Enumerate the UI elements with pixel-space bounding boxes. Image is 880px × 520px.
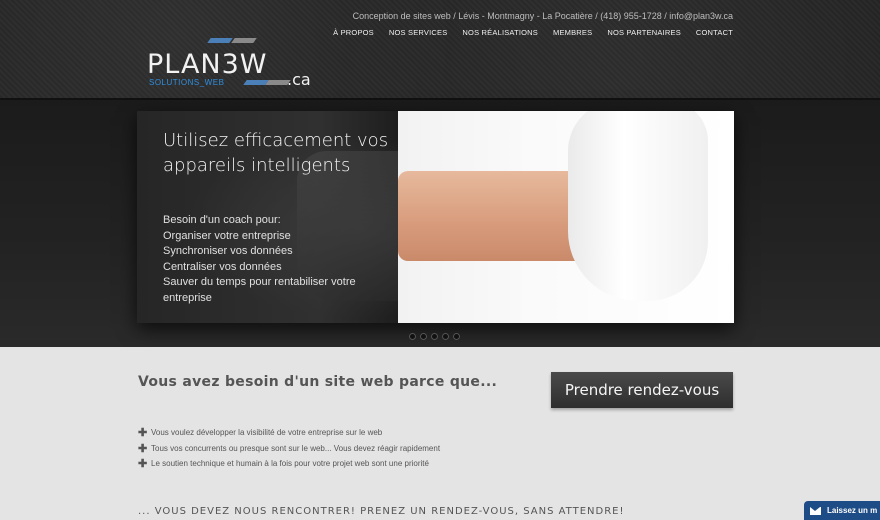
nav-item-partenaires[interactable]: NOS PARTENAIRES [607, 28, 681, 37]
list-item: ✚ Vous voulez développer la visibilité d… [138, 425, 440, 441]
site-logo[interactable]: PLAN3W .ca SOLUTIONS_WEB [147, 38, 317, 92]
main-nav: À PROPOS NOS SERVICES NOS RÉALISATIONS M… [333, 28, 733, 37]
slide-body: Besoin d'un coach pour: Organiser votre … [163, 213, 363, 306]
nav-item-realisations[interactable]: NOS RÉALISATIONS [462, 28, 538, 37]
main-content: Vous avez besoin d'un site web parce que… [0, 347, 880, 520]
reasons-list: ✚ Vous voulez développer la visibilité d… [138, 425, 440, 472]
slider-dot-4[interactable] [442, 333, 449, 340]
mail-icon [810, 506, 821, 515]
slide-title: Utilisez efficacement vos appareils inte… [163, 130, 389, 176]
call-to-action-tagline: ... VOUS DEVEZ NOUS RENCONTRER! PRENEZ U… [138, 506, 625, 517]
logo-stripe [207, 38, 233, 43]
slide-line: Besoin d'un coach pour: [163, 214, 281, 226]
reason-text: Tous vos concurrents ou presque sont sur… [151, 443, 441, 453]
nav-item-membres[interactable]: MEMBRES [553, 28, 592, 37]
slide-line: Organiser votre entreprise [163, 229, 291, 242]
feedback-label: Laissez un m [827, 506, 878, 515]
logo-extension: .ca [287, 70, 311, 89]
slide-line: Sauver du temps pour rentabiliser votre … [163, 276, 356, 304]
nav-item-services[interactable]: NOS SERVICES [389, 28, 448, 37]
site-header: Conception de sites web / Lévis - Montma… [0, 0, 880, 100]
plus-icon: ✚ [138, 442, 148, 455]
slider-dot-1[interactable] [409, 333, 416, 340]
logo-wordmark: PLAN3W [147, 49, 268, 80]
list-item: ✚ Tous vos concurrents ou presque sont s… [138, 441, 440, 457]
book-appointment-button[interactable]: Prendre rendez-vous [551, 372, 733, 408]
slide-line: Centraliser vos données [163, 260, 282, 273]
slider-dot-2[interactable] [420, 333, 427, 340]
tshirt-image [568, 111, 708, 301]
slider-dot-3[interactable] [431, 333, 438, 340]
nav-item-a-propos[interactable]: À PROPOS [333, 28, 374, 37]
slide-photo [398, 111, 734, 323]
logo-stripe [231, 38, 257, 43]
slider-dot-5[interactable] [453, 333, 460, 340]
slider-pagination [409, 333, 460, 340]
feedback-tab[interactable]: Laissez un m [804, 501, 880, 520]
contact-info: Conception de sites web / Lévis - Montma… [352, 11, 733, 21]
section-title: Vous avez besoin d'un site web parce que… [138, 374, 498, 390]
reason-text: Le soutien technique et humain à la fois… [151, 459, 429, 469]
plus-icon: ✚ [138, 458, 148, 471]
logo-tagline: SOLUTIONS_WEB [149, 78, 225, 87]
nav-item-contact[interactable]: CONTACT [696, 28, 733, 37]
reason-text: Vous voulez développer la visibilité de … [151, 428, 383, 438]
hero-slide: Utilisez efficacement vos appareils inte… [137, 111, 734, 323]
list-item: ✚ Le soutien technique et humain à la fo… [138, 456, 440, 472]
plus-icon: ✚ [138, 427, 148, 440]
slide-line: Synchroniser vos données [163, 245, 293, 257]
